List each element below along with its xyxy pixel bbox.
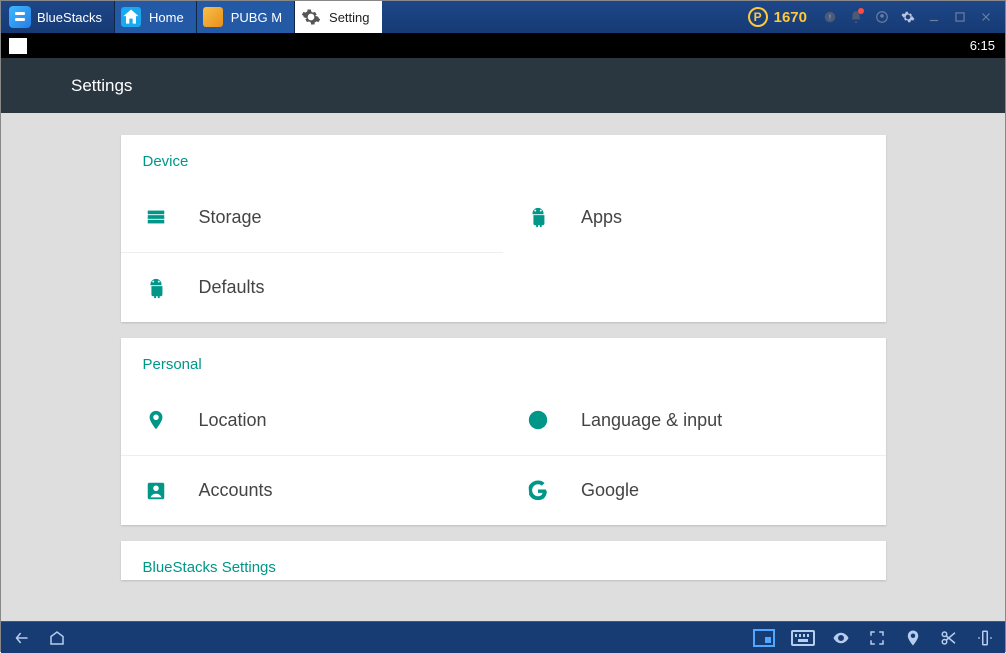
android-icon	[141, 277, 171, 299]
section-title: Device	[121, 135, 886, 182]
status-time: 6:15	[970, 38, 995, 53]
coin-icon: P	[748, 7, 768, 27]
settings-gear-icon[interactable]	[895, 1, 921, 33]
section-personal: Personal Location Language & input	[121, 338, 886, 525]
coins-count[interactable]: P 1670	[748, 7, 807, 27]
section-bluestacks: BlueStacks Settings	[121, 541, 886, 580]
globe-icon	[523, 409, 553, 431]
google-icon	[523, 480, 553, 502]
item-accounts[interactable]: Accounts	[121, 455, 504, 525]
item-label: Apps	[581, 207, 622, 228]
settings-title: Settings	[71, 76, 132, 96]
maximize-button[interactable]	[947, 1, 973, 33]
pubg-icon	[203, 7, 223, 27]
item-language[interactable]: Language & input	[503, 385, 886, 455]
item-storage[interactable]: Storage	[121, 182, 504, 252]
item-label: Google	[581, 480, 639, 501]
section-title: BlueStacks Settings	[121, 541, 886, 580]
bluestacks-logo-icon	[9, 6, 31, 28]
tab-pubg[interactable]: PUBG M	[196, 1, 294, 33]
account-circle-icon[interactable]	[869, 1, 895, 33]
item-label: Language & input	[581, 410, 722, 431]
item-apps[interactable]: Apps	[503, 182, 886, 252]
item-label: Accounts	[199, 480, 273, 501]
section-title: Personal	[121, 338, 886, 385]
home-icon	[121, 7, 141, 27]
rotate-button[interactable]	[975, 629, 995, 647]
fullscreen-button[interactable]	[867, 629, 887, 647]
svg-text:!: !	[829, 14, 831, 21]
item-label: Defaults	[199, 277, 265, 298]
home-button[interactable]	[47, 629, 67, 647]
android-navbar	[1, 621, 1005, 653]
location-button[interactable]	[903, 629, 923, 647]
coins-value: 1670	[774, 9, 807, 26]
tab-label: Setting	[329, 10, 369, 25]
item-google[interactable]: Google	[503, 455, 886, 525]
gear-icon	[301, 7, 321, 27]
android-icon	[523, 206, 553, 228]
item-defaults[interactable]: Defaults	[121, 252, 504, 322]
tab-label: Home	[149, 10, 184, 25]
android-statusbar: 6:15	[1, 33, 1005, 58]
item-location[interactable]: Location	[121, 385, 504, 455]
eye-icon[interactable]	[831, 629, 851, 647]
back-button[interactable]	[11, 629, 31, 647]
item-label: Storage	[199, 207, 262, 228]
bell-icon[interactable]	[843, 1, 869, 33]
storage-icon	[141, 206, 171, 228]
window-titlebar: BlueStacks Home PUBG M Setting P 1670 !	[1, 1, 1005, 33]
item-label: Location	[199, 410, 267, 431]
settings-header: Settings	[1, 58, 1005, 113]
keyboard-button[interactable]	[791, 630, 815, 646]
close-button[interactable]	[973, 1, 999, 33]
status-square-icon	[9, 38, 27, 54]
location-icon	[141, 409, 171, 431]
tab-label: PUBG M	[231, 10, 282, 25]
minimize-button[interactable]	[921, 1, 947, 33]
settings-content[interactable]: Device Storage Apps	[1, 113, 1005, 621]
tab-home[interactable]: Home	[114, 1, 196, 33]
scissors-button[interactable]	[939, 629, 959, 647]
app-brand: BlueStacks	[37, 10, 102, 25]
toggle-button[interactable]	[753, 629, 775, 647]
tab-settings[interactable]: Setting	[294, 1, 381, 33]
section-device: Device Storage Apps	[121, 135, 886, 322]
account-icon	[141, 480, 171, 502]
alert-icon[interactable]: !	[817, 1, 843, 33]
